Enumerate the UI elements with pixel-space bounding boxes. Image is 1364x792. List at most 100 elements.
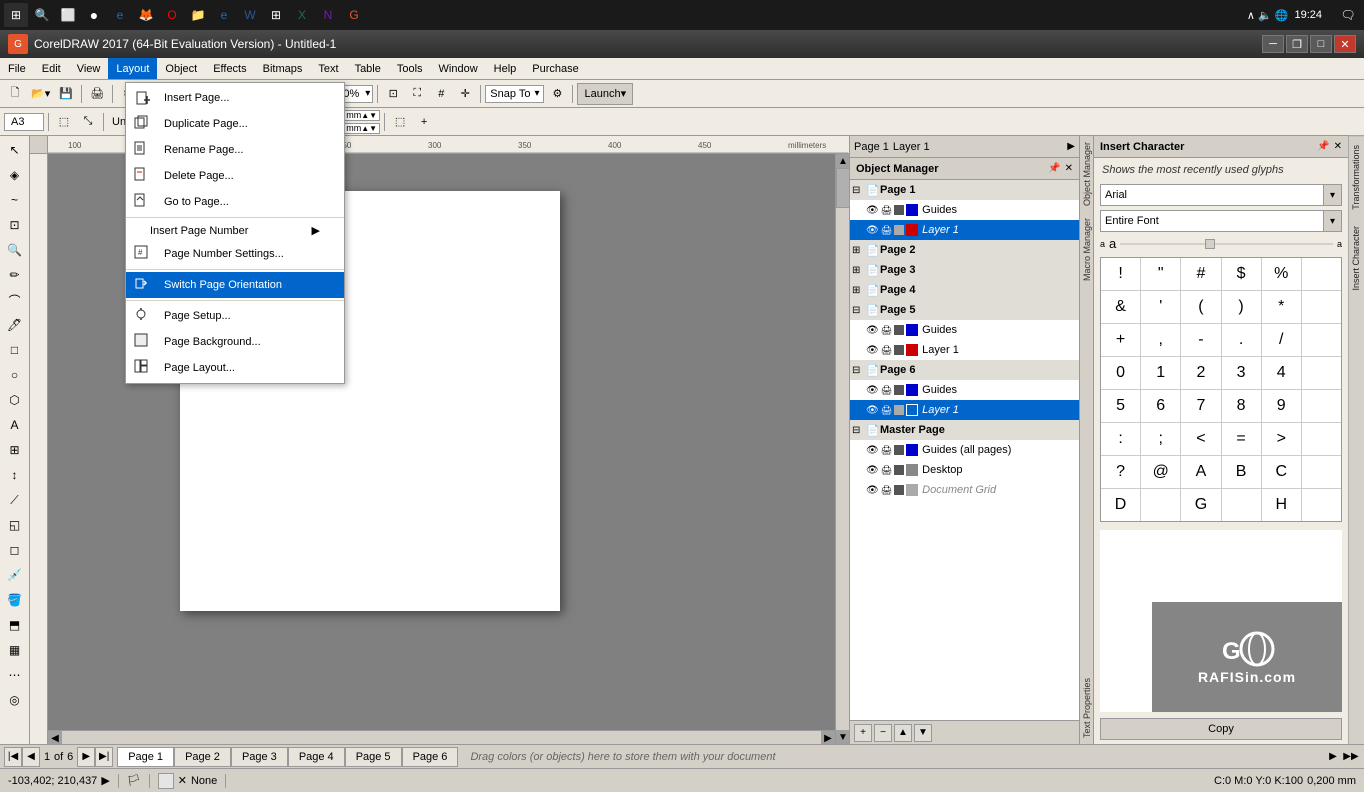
char-cell-7[interactable]: 7: [1181, 390, 1220, 422]
page-3-header[interactable]: ⊞ 📄 Page 3: [850, 260, 1079, 280]
tab-transformations[interactable]: Transformations: [1349, 136, 1364, 218]
menu-page-layout[interactable]: Page Layout...: [126, 355, 344, 381]
start-button[interactable]: ⊞: [4, 3, 28, 27]
style-dropdown-btn[interactable]: ▾: [1323, 211, 1341, 231]
char-cell-dot[interactable]: .: [1222, 324, 1261, 356]
char-cell-apos[interactable]: ': [1141, 291, 1180, 323]
scrollbar-vertical[interactable]: ▲ ▼: [835, 154, 849, 744]
page-5-guides-row[interactable]: 👁 🖨 Guides: [850, 320, 1079, 340]
scroll-up[interactable]: ▲: [836, 154, 849, 168]
page-tab-1[interactable]: Page 1: [117, 747, 174, 767]
char-cell-slash[interactable]: /: [1262, 324, 1301, 356]
tool-dropshadow[interactable]: ◱: [3, 513, 27, 537]
page-prev-btn[interactable]: ◀: [22, 747, 40, 767]
menu-edit[interactable]: Edit: [34, 58, 69, 79]
page-tabs-scroll-right[interactable]: ▶: [1324, 747, 1342, 767]
page-setup-icon[interactable]: ⬚: [389, 111, 411, 133]
scroll-thumb-v[interactable]: [836, 168, 849, 208]
menu-rename-page[interactable]: Rename Page...: [126, 137, 344, 163]
menu-page-background[interactable]: Page Background...: [126, 329, 344, 355]
page-6-expand[interactable]: ⊟: [852, 365, 866, 376]
page-tab-4[interactable]: Page 4: [288, 747, 345, 767]
tool-connector[interactable]: ⟋: [3, 488, 27, 512]
char-cell-eq[interactable]: =: [1222, 423, 1261, 455]
page-1-header[interactable]: ⊟ 📄 Page 1: [850, 180, 1079, 200]
page-6-guides-row[interactable]: 👁 🖨 Guides: [850, 380, 1079, 400]
size-slider[interactable]: [1120, 243, 1333, 245]
tool-smart-draw[interactable]: ⌒: [3, 288, 27, 312]
snap-to-combo[interactable]: Snap To ▾: [485, 85, 544, 103]
menu-layout[interactable]: Layout: [108, 58, 157, 79]
onenote-icon[interactable]: N: [316, 3, 340, 27]
tool-contour[interactable]: ◎: [3, 688, 27, 712]
char-cell-4[interactable]: 4: [1262, 357, 1301, 389]
char-cell-comma[interactable]: ,: [1141, 324, 1180, 356]
fit-page-button[interactable]: ⊡: [382, 83, 404, 105]
master-page-header[interactable]: ⊟ 📄 Master Page: [850, 420, 1079, 440]
char-cell-semicolon[interactable]: ;: [1141, 423, 1180, 455]
char-cell-hash[interactable]: #: [1181, 258, 1220, 290]
add-layer-button[interactable]: +: [854, 724, 872, 742]
menu-view[interactable]: View: [69, 58, 109, 79]
char-cell-empty9[interactable]: [1222, 489, 1261, 521]
char-cell-amp[interactable]: &: [1101, 291, 1140, 323]
page-first-btn[interactable]: |◀: [4, 747, 22, 767]
tab-insert-character[interactable]: Insert Character: [1349, 218, 1364, 299]
full-screen-button[interactable]: ⛶: [406, 83, 428, 105]
char-cell-D[interactable]: D: [1101, 489, 1140, 521]
char-cell-gt[interactable]: >: [1262, 423, 1301, 455]
windows-icon2[interactable]: ⊞: [264, 3, 288, 27]
page-tabs-scroll-end[interactable]: ▶▶: [1342, 747, 1360, 767]
chrome-icon[interactable]: ●: [82, 3, 106, 27]
new-button[interactable]: 🗋: [4, 83, 26, 105]
word-icon[interactable]: W: [238, 3, 262, 27]
master-docgrid-row[interactable]: 👁 🖨 Document Grid: [850, 480, 1079, 500]
close-button[interactable]: ✕: [1334, 35, 1356, 53]
tab-text-properties[interactable]: Text Properties: [1080, 672, 1094, 744]
task-view-icon[interactable]: ⬜: [56, 3, 80, 27]
page-5-header[interactable]: ⊟ 📄 Page 5: [850, 300, 1079, 320]
tool-select[interactable]: ↖: [3, 138, 27, 162]
copy-char-button[interactable]: Copy: [1100, 718, 1342, 740]
tool-parallel-dim[interactable]: ↕: [3, 463, 27, 487]
obj-manager-pin[interactable]: 📌: [1048, 163, 1060, 174]
insert-char-pin[interactable]: 📌: [1317, 141, 1329, 152]
char-cell-9[interactable]: 9: [1262, 390, 1301, 422]
notification-icon[interactable]: 🗨: [1336, 3, 1360, 27]
master-page-expand[interactable]: ⊟: [852, 425, 866, 436]
page-tab-5[interactable]: Page 5: [345, 747, 402, 767]
char-cell-empty1[interactable]: [1302, 258, 1341, 290]
tool-smart-fill[interactable]: ⬒: [3, 613, 27, 637]
open-button[interactable]: 📂▾: [28, 83, 53, 105]
char-cell-at[interactable]: @: [1141, 456, 1180, 488]
scroll-down[interactable]: ▼: [836, 730, 849, 744]
grid-button[interactable]: #: [430, 83, 452, 105]
menu-goto-page[interactable]: Go to Page...: [126, 189, 344, 215]
scrollbar-horizontal[interactable]: ◀ ▶: [48, 730, 835, 744]
guidelines-button[interactable]: ✛: [454, 83, 476, 105]
menu-purchase[interactable]: Purchase: [524, 58, 586, 79]
master-guides-row[interactable]: 👁 🖨 Guides (all pages): [850, 440, 1079, 460]
corel-icon[interactable]: G: [342, 3, 366, 27]
char-cell-colon[interactable]: :: [1101, 423, 1140, 455]
font-selector[interactable]: Arial ▾: [1100, 184, 1342, 206]
char-cell-empty10[interactable]: [1302, 489, 1341, 521]
tab-object-manager[interactable]: Object Manager: [1080, 136, 1094, 212]
menu-text[interactable]: Text: [310, 58, 346, 79]
menu-insert-page[interactable]: Insert Page...: [126, 85, 344, 111]
tool-smear[interactable]: ~: [3, 188, 27, 212]
insert-char-close[interactable]: ✕: [1334, 141, 1342, 152]
menu-switch-page-orientation[interactable]: Switch Page Orientation: [126, 272, 344, 298]
edge-icon[interactable]: e: [212, 3, 236, 27]
save-button[interactable]: 💾: [55, 83, 77, 105]
page-3-expand[interactable]: ⊞: [852, 265, 866, 276]
obj-manager-close[interactable]: ✕: [1065, 163, 1073, 174]
launch-button[interactable]: Launch ▾: [577, 83, 633, 105]
char-cell-G[interactable]: G: [1181, 489, 1220, 521]
search-icon[interactable]: 🔍: [30, 3, 54, 27]
char-cell-empty8[interactable]: [1141, 489, 1180, 521]
menu-duplicate-page[interactable]: Duplicate Page...: [126, 111, 344, 137]
master-desktop-row[interactable]: 👁 🖨 Desktop: [850, 460, 1079, 480]
page-1-expand[interactable]: ⊟: [852, 185, 866, 196]
tool-shape[interactable]: ◈: [3, 163, 27, 187]
